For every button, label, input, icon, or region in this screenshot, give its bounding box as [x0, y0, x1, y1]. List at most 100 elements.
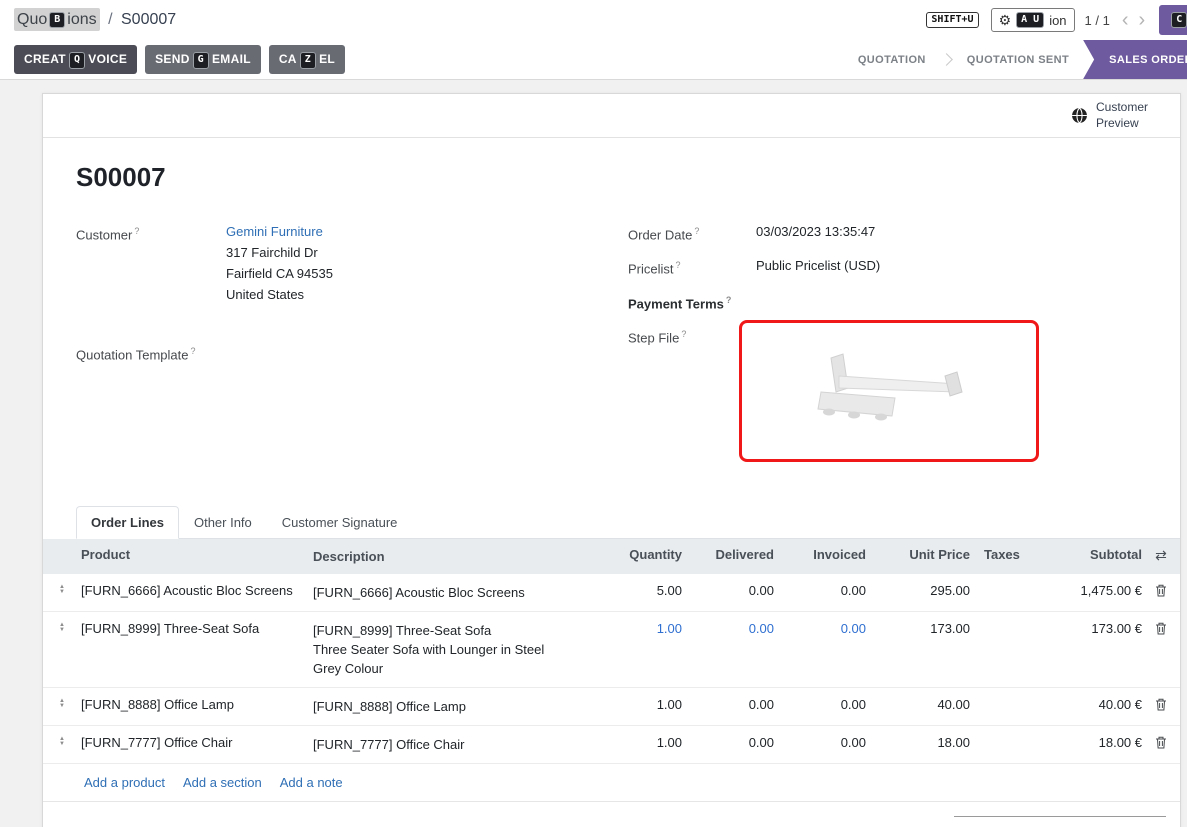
step-file-field-row: Step File?	[628, 324, 1180, 462]
customer-address-line1: 317 Fairchild Dr	[226, 242, 333, 263]
add-section-link[interactable]: Add a section	[183, 775, 262, 790]
cell-product[interactable]: [FURN_8999] Three-Seat Sofa	[81, 621, 313, 636]
stage-sales-order[interactable]: SALES ORDER	[1083, 40, 1187, 79]
cell-unit-price[interactable]: 40.00	[866, 697, 970, 712]
action-buttons: CREATQVOICE SENDGEMAIL CAZEL	[14, 40, 345, 79]
topbar-controls: SHIFT+U ⚙ A U ion 1 / 1 ‹ › C REATE	[924, 5, 1187, 35]
customer-preview-link[interactable]: Customer Preview	[1071, 100, 1158, 131]
cell-description[interactable]: [FURN_7777] Office Chair	[313, 735, 594, 754]
step-file-image[interactable]	[739, 320, 1039, 462]
cell-quantity[interactable]: 5.00	[594, 583, 682, 598]
order-sheet: Customer Preview S00007 Customer? Gemini…	[42, 93, 1181, 827]
delete-row-button[interactable]	[1155, 622, 1167, 638]
order-title: S00007	[76, 162, 1180, 193]
breadcrumb-quotations-link[interactable]: QuoBions	[14, 8, 100, 31]
drag-handle-icon[interactable]: ▲▼	[59, 623, 65, 633]
cell-quantity[interactable]: 1.00	[594, 735, 682, 750]
cell-delivered[interactable]: 0.00	[682, 583, 774, 598]
delete-row-button[interactable]	[1155, 698, 1167, 714]
add-product-link[interactable]: Add a product	[84, 775, 165, 790]
cell-delivered[interactable]: 0.00	[682, 697, 774, 712]
header-description[interactable]: Description	[313, 547, 594, 566]
table-footer-links: Add a product Add a section Add a note	[43, 764, 1180, 802]
cell-unit-price[interactable]: 173.00	[866, 621, 970, 636]
customer-field-value: Gemini Furniture 317 Fairchild Dr Fairfi…	[226, 221, 333, 305]
pager-next-button[interactable]: ›	[1135, 10, 1150, 30]
status-bar: QUOTATION QUOTATION SENT SALES ORDER	[844, 40, 1187, 79]
header-subtotal[interactable]: Subtotal	[1030, 547, 1142, 562]
notebook-tabs: Order Lines Other Info Customer Signatur…	[76, 506, 1180, 539]
breadcrumb: QuoBions / S00007	[14, 11, 176, 29]
cell-subtotal: 173.00 €	[1030, 621, 1142, 636]
tab-other-info[interactable]: Other Info	[179, 506, 267, 539]
cell-invoiced[interactable]: 0.00	[774, 697, 866, 712]
table-header-row: Product Description Quantity Delivered I…	[43, 539, 1180, 574]
totals-block: Total: 1,706.00 €	[954, 816, 1166, 827]
add-note-link[interactable]: Add a note	[280, 775, 343, 790]
stage-quotation[interactable]: QUOTATION	[844, 40, 940, 79]
cell-delivered[interactable]: 0.00	[682, 621, 774, 636]
customer-field-row: Customer? Gemini Furniture 317 Fairchild…	[76, 221, 628, 305]
tab-order-lines[interactable]: Order Lines	[76, 506, 179, 539]
header-invoiced[interactable]: Invoiced	[774, 547, 866, 562]
customer-address-line2: Fairfield CA 94535	[226, 263, 333, 284]
cancel-button[interactable]: CAZEL	[269, 45, 345, 73]
step-file-3d-render	[799, 346, 979, 436]
cell-product[interactable]: [FURN_8888] Office Lamp	[81, 697, 313, 712]
payment-terms-field-row: Payment Terms?	[628, 290, 1180, 314]
pricelist-value[interactable]: Public Pricelist (USD)	[756, 255, 880, 279]
cell-quantity[interactable]: 1.00	[594, 621, 682, 636]
globe-icon	[1071, 107, 1088, 124]
create-invoice-button[interactable]: CREATQVOICE	[14, 45, 137, 73]
drag-handle-icon[interactable]: ▲▼	[59, 699, 65, 709]
order-date-field-row: Order Date? 03/03/2023 13:35:47	[628, 221, 1180, 245]
drag-handle-icon[interactable]: ▲▼	[59, 585, 65, 595]
breadcrumb-current: S00007	[121, 11, 176, 28]
cell-delivered[interactable]: 0.00	[682, 735, 774, 750]
stage-quotation-sent[interactable]: QUOTATION SENT	[953, 40, 1083, 79]
cell-quantity[interactable]: 1.00	[594, 697, 682, 712]
cell-invoiced[interactable]: 0.00	[774, 735, 866, 750]
cell-description[interactable]: [FURN_8888] Office Lamp	[313, 697, 594, 716]
order-lines-table: Product Description Quantity Delivered I…	[43, 539, 1180, 764]
help-marker: ?	[134, 226, 139, 236]
action-menu-button[interactable]: ⚙ A U ion	[991, 8, 1075, 33]
create-button[interactable]: C REATE	[1159, 5, 1187, 35]
header-taxes[interactable]: Taxes	[970, 547, 1030, 562]
payment-terms-label: Payment Terms?	[628, 290, 756, 314]
fields-right-column: Order Date? 03/03/2023 13:35:47 Pricelis…	[628, 221, 1180, 472]
cell-product[interactable]: [FURN_6666] Acoustic Bloc Screens	[81, 583, 313, 598]
header-unit-price[interactable]: Unit Price	[866, 547, 970, 562]
cell-subtotal: 40.00 €	[1030, 697, 1142, 712]
keyboard-hint-q: Q	[69, 52, 85, 69]
delete-row-button[interactable]	[1155, 736, 1167, 752]
keyboard-hint-b: B	[49, 12, 65, 29]
trash-icon	[1155, 584, 1167, 597]
trash-icon	[1155, 736, 1167, 749]
gear-icon: ⚙	[999, 13, 1012, 27]
help-marker: ?	[676, 260, 681, 270]
tab-customer-signature[interactable]: Customer Signature	[267, 506, 413, 539]
table-row: ▲▼ [FURN_8999] Three-Seat Sofa [FURN_899…	[43, 612, 1180, 688]
header-delivered[interactable]: Delivered	[682, 547, 774, 562]
table-row: ▲▼ [FURN_7777] Office Chair [FURN_7777] …	[43, 726, 1180, 764]
cell-invoiced[interactable]: 0.00	[774, 583, 866, 598]
send-email-button[interactable]: SENDGEMAIL	[145, 45, 261, 73]
delete-row-button[interactable]	[1155, 584, 1167, 600]
cell-description[interactable]: [FURN_8999] Three-Seat SofaThree Seater …	[313, 621, 594, 678]
keyboard-hint-c: C	[1171, 12, 1187, 29]
cell-product[interactable]: [FURN_7777] Office Chair	[81, 735, 313, 750]
form-view-background: Customer Preview S00007 Customer? Gemini…	[0, 80, 1187, 827]
order-date-value[interactable]: 03/03/2023 13:35:47	[756, 221, 875, 245]
cell-description[interactable]: [FURN_6666] Acoustic Bloc Screens	[313, 583, 594, 602]
drag-handle-icon[interactable]: ▲▼	[59, 737, 65, 747]
header-quantity[interactable]: Quantity	[594, 547, 682, 562]
cell-unit-price[interactable]: 295.00	[866, 583, 970, 598]
cell-invoiced[interactable]: 0.00	[774, 621, 866, 636]
terms-and-conditions-input[interactable]: Terms and conditions...	[49, 816, 222, 827]
cell-unit-price[interactable]: 18.00	[866, 735, 970, 750]
header-product[interactable]: Product	[81, 547, 313, 562]
pager-previous-button[interactable]: ‹	[1118, 10, 1133, 30]
customer-name-link[interactable]: Gemini Furniture	[226, 224, 323, 239]
optional-columns-button[interactable]: ⇄	[1155, 548, 1167, 563]
